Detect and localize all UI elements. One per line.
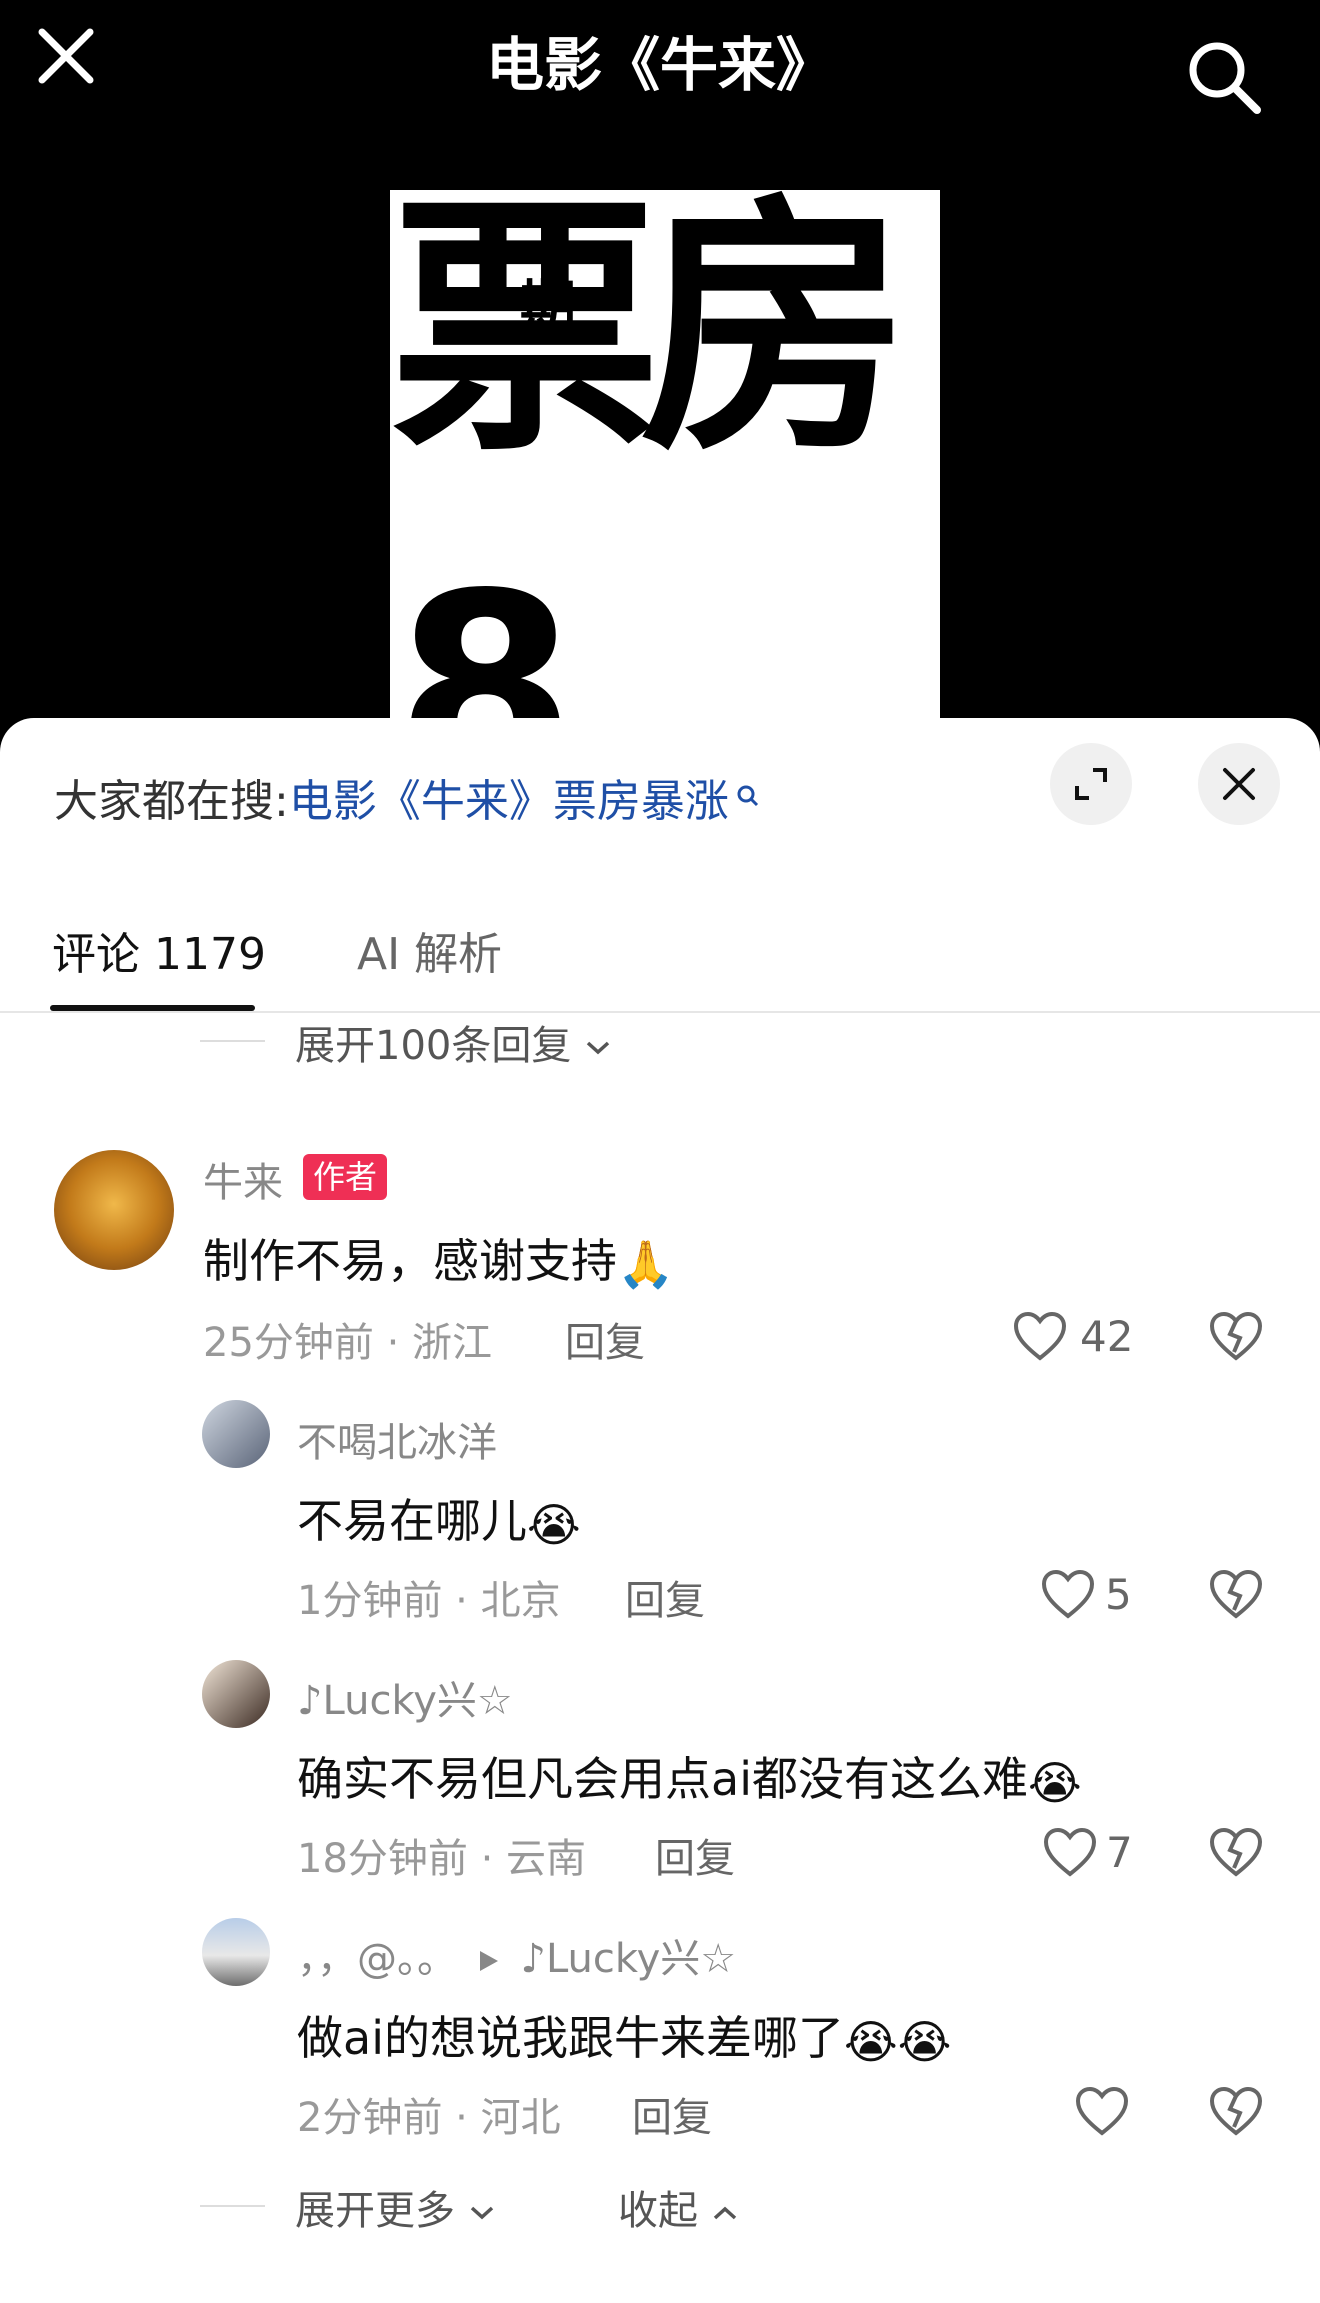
reply-button[interactable]: 回复 <box>625 1568 705 1626</box>
comment-text: 不易在哪儿😭 <box>297 1494 581 1552</box>
search-icon[interactable] <box>1185 38 1265 118</box>
broken-heart-icon[interactable] <box>1208 1826 1264 1878</box>
poster-title: 票房 <box>390 172 910 487</box>
collapse-button[interactable]: 收起 <box>618 2178 739 2236</box>
chevron-down-icon <box>586 1041 610 1055</box>
hot-search-query[interactable]: 电影《牛来》票房暴涨 <box>289 776 729 827</box>
comment-meta: 1分钟前 · 北京 <box>297 1578 561 1624</box>
avatar[interactable] <box>202 1918 270 1986</box>
reply-to-username[interactable]: ♪Lucky兴☆ <box>520 1936 736 1982</box>
heart-icon[interactable] <box>1074 2085 1130 2137</box>
chevron-down-icon <box>470 2206 493 2220</box>
search-icon <box>735 769 761 820</box>
like-count: 42 <box>1080 1312 1134 1361</box>
expand-icon <box>1075 768 1107 800</box>
close-sheet-button[interactable] <box>1198 743 1280 825</box>
video-player[interactable]: 票房 期 8 <box>0 0 1320 760</box>
pray-emoji: 🙏 <box>617 1237 675 1291</box>
avatar[interactable] <box>54 1150 174 1270</box>
play-arrow-icon <box>479 1951 498 1971</box>
divider <box>200 2205 265 2207</box>
video-title: 电影《牛来》 <box>485 31 834 99</box>
heart-icon[interactable] <box>1042 1826 1098 1878</box>
comment-username[interactable]: 牛来 <box>203 1150 283 1208</box>
comment-meta: 2分钟前 · 河北 <box>297 2095 561 2141</box>
crying-emoji: 😭😭 <box>843 2014 952 2069</box>
like-count: 7 <box>1106 1828 1133 1877</box>
comment-text: 做ai的想说我跟牛来差哪了😭😭 <box>297 2011 952 2069</box>
hot-search[interactable]: 大家都在搜:电影《牛来》票房暴涨 <box>54 765 761 829</box>
comment-meta: 18分钟前 · 云南 <box>297 1836 587 1882</box>
broken-heart-icon[interactable] <box>1208 1568 1264 1620</box>
author-badge: 作者 <box>303 1154 388 1200</box>
avatar[interactable] <box>202 1660 270 1728</box>
divider <box>200 1040 265 1042</box>
crying-emoji: 😭 <box>527 1497 581 1552</box>
comment-text: 制作不易，感谢支持🙏 <box>203 1234 675 1291</box>
reply-button[interactable]: 回复 <box>565 1310 645 1368</box>
expand-more-label: 展开更多 <box>295 2188 455 2234</box>
broken-heart-icon[interactable] <box>1208 1310 1264 1362</box>
heart-icon[interactable] <box>1012 1310 1068 1362</box>
tab-ai-analysis[interactable]: AI 解析 <box>357 918 502 982</box>
tab-comments[interactable]: 评论 1179 <box>52 918 266 982</box>
reply-button[interactable]: 回复 <box>632 2085 712 2143</box>
reply-button[interactable]: 回复 <box>655 1826 735 1884</box>
collapse-label: 收起 <box>618 2188 698 2234</box>
broken-heart-icon[interactable] <box>1208 2085 1264 2137</box>
comment-username[interactable]: ，，@。。 ♪Lucky兴☆ <box>297 1926 736 1984</box>
expand-replies-button[interactable]: 展开100条回复 <box>295 1013 612 1071</box>
poster-subtitle: 期 <box>520 275 576 340</box>
chevron-up-icon <box>713 2206 736 2220</box>
close-icon <box>1223 768 1255 800</box>
divider <box>0 1011 1320 1013</box>
expand-more-button[interactable]: 展开更多 <box>295 2178 496 2236</box>
like-count: 5 <box>1105 1570 1132 1619</box>
comment-meta: 25分钟前 · 浙江 <box>203 1320 493 1366</box>
comment-username[interactable]: 不喝北冰洋 <box>297 1410 497 1468</box>
comment-username[interactable]: ♪Lucky兴☆ <box>297 1668 513 1726</box>
avatar[interactable] <box>202 1400 270 1468</box>
expand-replies-label: 展开100条回复 <box>295 1023 572 1069</box>
heart-icon[interactable] <box>1040 1568 1096 1620</box>
crying-emoji: 😭 <box>1027 1755 1082 1810</box>
hot-search-label: 大家都在搜: <box>54 776 289 827</box>
comment-text: 确实不易但凡会用点ai都没有这么难😭 <box>297 1752 1082 1810</box>
expand-button[interactable] <box>1050 743 1132 825</box>
